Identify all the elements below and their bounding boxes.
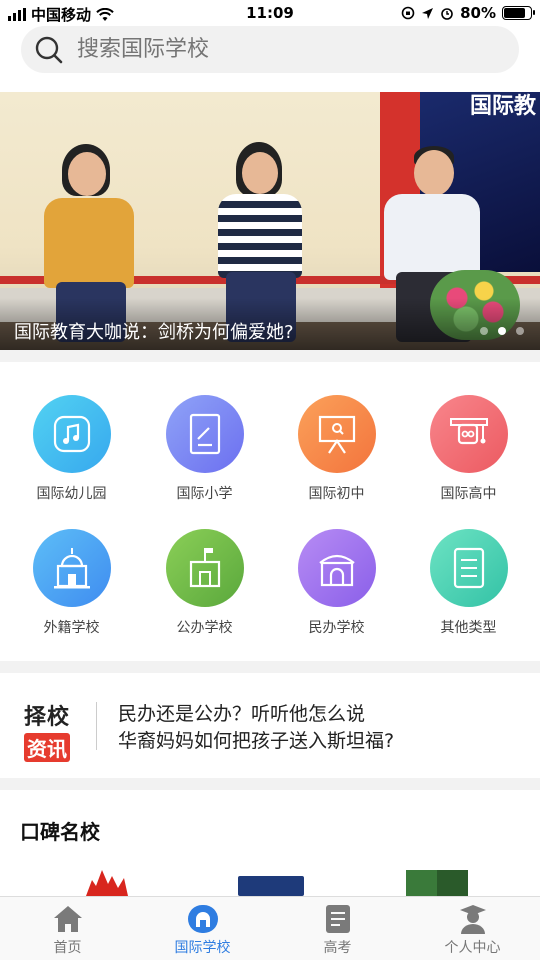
news-logo-bottom: 资讯 xyxy=(24,733,70,762)
flag-building-icon xyxy=(189,548,220,588)
category-circle xyxy=(165,395,244,473)
tab-profile[interactable]: 个人中心 xyxy=(405,897,540,960)
banner-caption: 国际教育大咖说：剑桥为何偏爱她? xyxy=(14,322,294,343)
category-senior-high[interactable]: 国际高中 xyxy=(401,395,536,503)
category-circle xyxy=(32,529,111,607)
category-label: 国际小学 xyxy=(176,486,233,502)
carousel-dot[interactable] xyxy=(480,327,488,335)
category-label: 公办学校 xyxy=(176,620,233,636)
school-logo-blue-banner[interactable] xyxy=(238,876,304,896)
news-item[interactable]: 华裔妈妈如何把孩子送入斯坦福? xyxy=(118,726,394,753)
news-logo-top: 择校 xyxy=(24,705,71,730)
category-circle xyxy=(429,395,508,473)
school-logo-red-flame[interactable] xyxy=(84,866,130,896)
category-primary[interactable]: 国际小学 xyxy=(137,395,272,503)
category-circle xyxy=(165,529,244,607)
tab-bar: 首页 国际学校 高考 个人中心 xyxy=(0,896,540,960)
category-label: 外籍学校 xyxy=(43,620,100,636)
category-other[interactable]: 其他类型 xyxy=(401,529,536,637)
news-item[interactable]: 民办还是公办？听听他怎么说 xyxy=(118,699,365,726)
tab-gaokao[interactable]: 高考 xyxy=(270,897,405,960)
notebook-icon xyxy=(189,413,220,455)
battery-percent: 80% xyxy=(460,4,496,22)
tab-label: 高考 xyxy=(323,940,352,956)
graduation-cap-icon xyxy=(449,418,488,445)
category-label: 国际初中 xyxy=(308,486,365,502)
home-icon xyxy=(53,906,82,932)
document-list-icon xyxy=(453,547,484,589)
category-junior-high[interactable]: 国际初中 xyxy=(269,395,404,503)
mosque-building-icon xyxy=(53,548,90,589)
arch-building-icon xyxy=(318,554,355,587)
location-icon xyxy=(422,7,434,19)
alarm-icon xyxy=(441,8,453,20)
search-bar[interactable] xyxy=(21,26,519,73)
tab-international-schools[interactable]: 国际学校 xyxy=(135,897,270,960)
rotation-lock-icon xyxy=(401,6,415,20)
news-logo: 择校 资讯 xyxy=(24,699,76,762)
banner-carousel[interactable]: 国际教 国际教育大咖说：剑桥为何偏爱她? xyxy=(0,92,540,350)
category-kindergarten[interactable]: 国际幼儿园 xyxy=(4,395,139,503)
category-private[interactable]: 民办学校 xyxy=(269,529,404,637)
carousel-dots[interactable] xyxy=(480,327,524,335)
category-label: 其他类型 xyxy=(440,620,497,636)
category-circle xyxy=(429,529,508,607)
category-label: 国际高中 xyxy=(440,486,497,502)
category-circle xyxy=(297,395,376,473)
tab-home[interactable]: 首页 xyxy=(0,897,135,960)
category-circle xyxy=(32,395,111,473)
user-graduate-icon xyxy=(459,905,486,934)
document-icon xyxy=(325,905,350,933)
category-foreign[interactable]: 外籍学校 xyxy=(4,529,139,637)
presentation-board-icon xyxy=(318,415,355,454)
status-bar: 中国移动 11:09 80% xyxy=(0,0,540,26)
tab-label: 国际学校 xyxy=(174,940,231,956)
tab-label: 个人中心 xyxy=(444,940,501,956)
search-input[interactable] xyxy=(77,34,497,64)
news-divider xyxy=(96,702,97,750)
school-logo-green-badge[interactable] xyxy=(406,870,468,896)
category-label: 民办学校 xyxy=(308,620,365,636)
search-icon xyxy=(35,36,63,64)
carousel-dot[interactable] xyxy=(498,327,506,335)
category-public[interactable]: 公办学校 xyxy=(137,529,272,637)
school-icon xyxy=(187,905,218,933)
battery-icon xyxy=(502,6,535,20)
tab-label: 首页 xyxy=(53,940,82,956)
music-note-icon xyxy=(53,415,90,453)
screen-text: 国际教 xyxy=(470,94,537,119)
carousel-dot[interactable] xyxy=(516,327,524,335)
app-screen: 中国移动 11:09 80% 国际教 xyxy=(0,0,540,960)
section-title: 口碑名校 xyxy=(20,820,100,844)
category-label: 国际幼儿园 xyxy=(36,486,107,502)
category-circle xyxy=(297,529,376,607)
